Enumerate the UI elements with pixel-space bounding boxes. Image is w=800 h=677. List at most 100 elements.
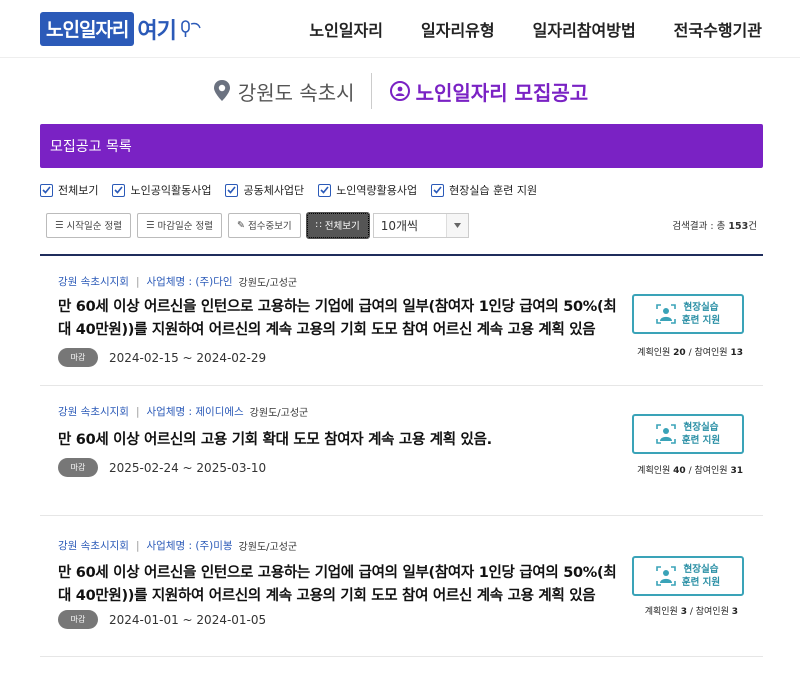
- posting-meta: 강원 속초시지회 | 사업체명 : 제이디에스 강원도/고성군: [58, 404, 309, 420]
- show-accepting-button[interactable]: ✎ 접수중보기: [228, 212, 301, 238]
- trainee-icon: [656, 304, 676, 324]
- location: 강원도/고성군: [249, 408, 309, 419]
- job-posting-card[interactable]: 강원 속초시지회 | 사업체명 : 제이디에스 강원도/고성군 만 60세 이상…: [40, 386, 763, 516]
- planned-count: 3: [680, 607, 687, 617]
- participants-count: 13: [730, 348, 743, 358]
- headcount-info: 계획인원 40 / 참여인원 31: [637, 466, 743, 476]
- field-training-support-button[interactable]: 현장실습 훈련 지원: [632, 414, 744, 454]
- support-line1: 현장실습: [683, 302, 719, 313]
- posting-meta: 강원 속초시지회 | 사업체명 : (주)다인 강원도/고성군: [58, 274, 298, 290]
- view-all-label: 전체보기: [324, 221, 360, 232]
- nav-agencies[interactable]: 전국수행기관: [674, 17, 762, 41]
- meta-separator: |: [135, 275, 140, 288]
- org-name: 강원 속초시지회: [58, 406, 129, 418]
- result-suffix: 건: [748, 221, 757, 232]
- result-number: 153: [728, 221, 749, 232]
- grid-icon: ∷: [315, 219, 322, 231]
- region-label: 강원도 속초시: [237, 80, 355, 105]
- posting-meta: 강원 속초시지회 | 사업체명 : (주)미봉 강원도/고성군: [58, 538, 298, 554]
- support-label: 현장실습 훈련 지원: [682, 301, 720, 327]
- location: 강원도/고성군: [238, 278, 298, 289]
- meta-separator: |: [135, 539, 140, 552]
- posting-title[interactable]: 만 60세 이상 어르신을 인턴으로 고용하는 기업에 급여의 일부(참여자 1…: [58, 562, 628, 608]
- posting-title[interactable]: 만 60세 이상 어르신을 인턴으로 고용하는 기업에 급여의 일부(참여자 1…: [58, 296, 628, 342]
- result-prefix: 검색결과 : 총: [672, 221, 726, 232]
- location: 강원도/고성군: [238, 542, 298, 553]
- region-selector[interactable]: 강원도 속초시: [212, 73, 372, 109]
- dropdown-arrow-icon: [445, 213, 468, 237]
- sort-by-start-button[interactable]: ☰ 시작일순 정렬: [46, 212, 131, 238]
- list-toolbar: ☰ 시작일순 정렬 ☰ 마감일순 정렬 ✎ 접수중보기 ∷ 전체보기 10개씩 …: [46, 211, 763, 239]
- filter-community-business[interactable]: 공동체사업단: [225, 182, 304, 198]
- company-name: 사업체명 : 제이디에스: [146, 406, 244, 418]
- filter-label: 전체보기: [58, 184, 99, 197]
- search-result-count: 검색결과 : 총 153건: [672, 218, 757, 232]
- trainee-icon: [656, 424, 676, 444]
- logo-part2: 여기: [137, 19, 176, 44]
- participants-count: 31: [730, 466, 743, 476]
- nav-how-to-join[interactable]: 일자리참여방법: [533, 17, 636, 41]
- person-circle-icon: [389, 81, 410, 101]
- job-posting-card[interactable]: 강원 속초시지회 | 사업체명 : (주)다인 강원도/고성군 만 60세 이상…: [40, 256, 763, 386]
- pencil-icon: ✎: [237, 219, 245, 231]
- filter-all[interactable]: 전체보기: [40, 182, 98, 198]
- sub-header: 강원도 속초시 노인일자리 모집공고: [0, 58, 800, 124]
- job-posting-card[interactable]: 강원 속초시지회 | 사업체명 : (주)미봉 강원도/고성군 만 60세 이상…: [40, 516, 763, 657]
- support-label: 현장실습 훈련 지원: [682, 421, 720, 447]
- date-range: 2024-01-01 ~ 2024-01-05: [109, 612, 267, 627]
- filter-field-training[interactable]: 현장실습 훈련 지원: [431, 182, 537, 198]
- checkbox-checked-icon[interactable]: [112, 183, 126, 197]
- planned-label: 계획인원: [644, 607, 678, 617]
- list-title-bar: 모집공고 목록: [40, 124, 763, 168]
- trainee-icon: [656, 566, 676, 586]
- field-training-support-button[interactable]: 현장실습 훈련 지원: [632, 556, 744, 596]
- company-name: 사업체명 : (주)다인: [146, 276, 233, 288]
- participants-label: 참여인원: [694, 466, 728, 476]
- list-icon: ☰: [146, 219, 155, 231]
- location-pin-icon: [213, 80, 230, 101]
- planned-label: 계획인원: [637, 466, 671, 476]
- date-range: 2025-02-24 ~ 2025-03-10: [109, 460, 267, 475]
- list-title: 모집공고 목록: [50, 139, 132, 155]
- accepting-label: 접수중보기: [247, 221, 292, 232]
- checkbox-checked-icon[interactable]: [225, 183, 239, 197]
- sort-by-end-button[interactable]: ☰ 마감일순 정렬: [137, 212, 222, 238]
- checkbox-checked-icon[interactable]: [318, 183, 332, 197]
- checkbox-checked-icon[interactable]: [40, 183, 53, 197]
- per-page-select[interactable]: 10개씩: [372, 212, 469, 238]
- headcount-info: 계획인원 20 / 참여인원 13: [637, 348, 743, 358]
- filter-label: 노인공익활동사업: [130, 184, 212, 197]
- support-line2: 훈련 지원: [681, 315, 721, 326]
- category-filters: 전체보기 노인공익활동사업 공동체사업단 노인역량활용사업 현장실습 훈련 지원: [40, 180, 800, 200]
- posting-dates: 마감 2025-02-24 ~ 2025-03-10: [58, 458, 266, 477]
- field-training-support-button[interactable]: 현장실습 훈련 지원: [632, 294, 744, 334]
- site-header: 노인일자리 여기 노인일자리 일자리유형 일자리참여방법 전국수행기관: [0, 0, 800, 58]
- filter-public-service[interactable]: 노인공익활동사업: [112, 182, 211, 198]
- participants-count: 3: [731, 607, 738, 617]
- planned-count: 40: [673, 466, 686, 476]
- checkbox-checked-icon[interactable]: [431, 183, 445, 197]
- org-name: 강원 속초시지회: [58, 540, 129, 552]
- filter-label: 노인역량활용사업: [336, 184, 418, 197]
- org-name: 강원 속초시지회: [58, 276, 129, 288]
- nav-senior-jobs[interactable]: 노인일자리: [309, 17, 383, 41]
- meta-separator: |: [135, 405, 140, 418]
- headcount-info: 계획인원 3 / 참여인원 3: [644, 607, 738, 617]
- filter-label: 현장실습 훈련 지원: [449, 184, 538, 197]
- closed-badge: 마감: [58, 348, 98, 367]
- closed-badge: 마감: [58, 458, 98, 477]
- microphone-icon: [181, 20, 201, 37]
- participants-label: 참여인원: [695, 607, 729, 617]
- site-logo[interactable]: 노인일자리 여기: [40, 12, 202, 46]
- planned-count: 20: [673, 348, 686, 358]
- company-name: 사업체명 : (주)미봉: [146, 540, 233, 552]
- filter-label: 공동체사업단: [243, 184, 305, 197]
- filter-capacity-utilization[interactable]: 노인역량활용사업: [318, 182, 417, 198]
- support-line1: 현장실습: [683, 564, 719, 575]
- nav-job-types[interactable]: 일자리유형: [421, 17, 495, 41]
- support-line2: 훈련 지원: [681, 577, 721, 588]
- main-nav: 노인일자리 일자리유형 일자리참여방법 전국수행기관: [309, 17, 762, 41]
- sort-start-label: 시작일순 정렬: [66, 221, 122, 232]
- posting-title[interactable]: 만 60세 이상 어르신의 고용 기회 확대 도모 참여자 계속 고용 계획 있…: [58, 429, 628, 452]
- view-all-button[interactable]: ∷ 전체보기: [305, 211, 370, 239]
